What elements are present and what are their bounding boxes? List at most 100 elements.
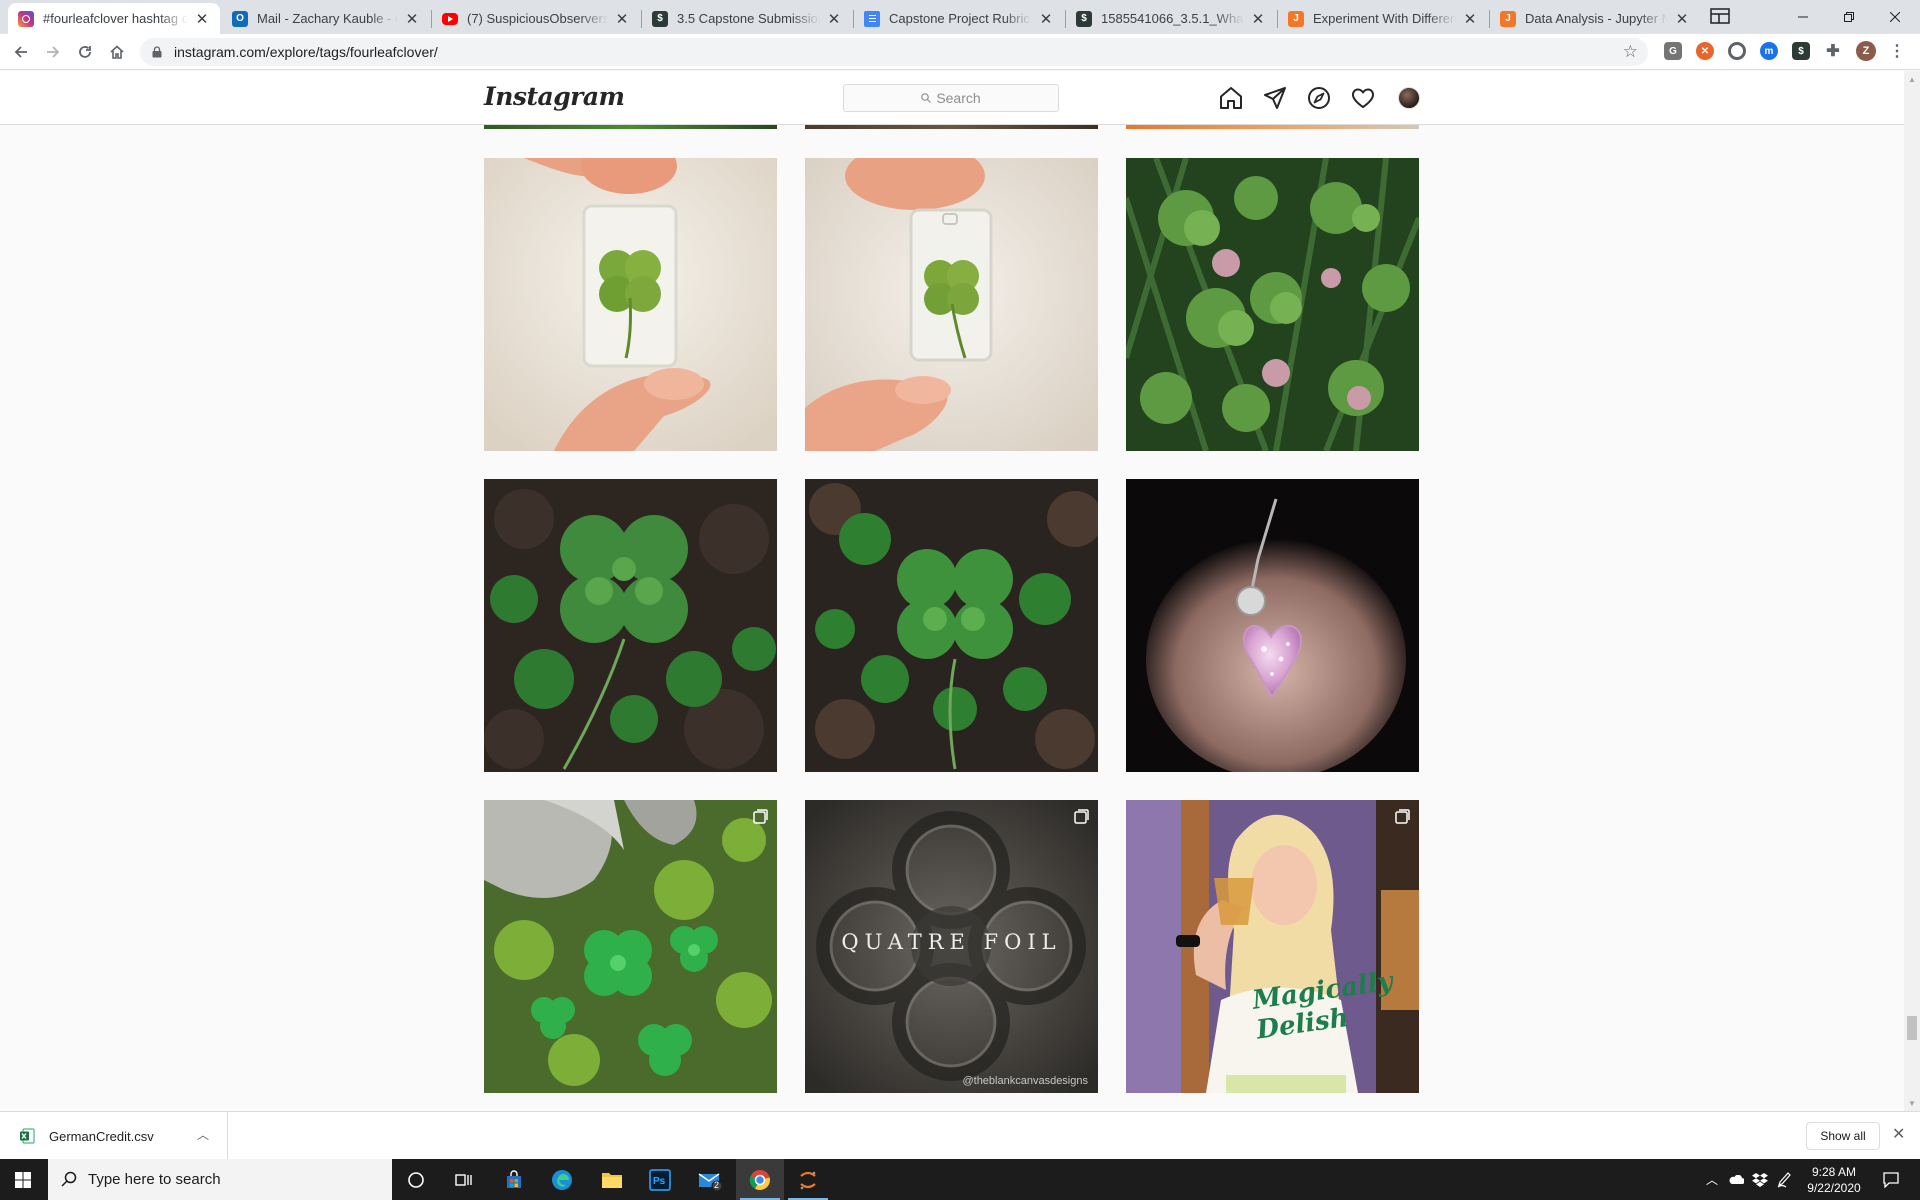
post-image-clover-patch [805,479,1098,772]
reload-button[interactable] [71,38,99,66]
close-shelf-icon[interactable]: ✕ [1892,1124,1905,1144]
new-tab-button[interactable] [1706,2,1734,30]
tab-close-icon[interactable]: ✕ [404,10,420,28]
instagram-icon [18,10,34,27]
post-tile-partial[interactable] [1126,125,1419,129]
taskbar-edge[interactable] [538,1159,586,1200]
taskbar-photoshop[interactable]: Ps [636,1159,684,1200]
forward-button[interactable] [39,38,67,66]
page-scrollbar[interactable]: ▲ ▼ [1904,71,1920,1111]
dropbox-icon[interactable] [1748,1159,1772,1200]
browser-toolbar: instagram.com/explore/tags/fourleafclove… [0,34,1920,70]
tab-outlook[interactable]: O Mail - Zachary Kauble - Outlook ✕ [222,3,430,34]
tab-title: Capstone Project Rubric: Data [889,11,1032,26]
post-image-clover-resin-pendant [805,158,1098,451]
taskbar-jupyter[interactable] [784,1159,832,1200]
chrome-profile-avatar[interactable]: Z [1856,41,1876,61]
microsoft-store-icon [507,1169,521,1188]
back-button[interactable] [7,38,35,66]
tab-springboard-capstone[interactable]: $ 3.5 Capstone Submission - Springboard … [642,3,852,34]
tab-close-icon[interactable]: ✕ [1462,10,1478,28]
address-bar[interactable]: instagram.com/explore/tags/fourleafclove… [140,38,1648,66]
extension-circle-icon[interactable] [1728,42,1746,60]
home-button[interactable] [103,38,131,66]
chevron-up-icon[interactable]: ︿ [197,1126,209,1143]
post-tile[interactable] [484,479,777,772]
extensions-puzzle-icon[interactable]: ✚ [1824,42,1842,60]
post-tile[interactable] [805,158,1098,451]
post-image-clover-moss-rocks [484,800,777,1093]
action-center-icon[interactable] [1874,1159,1908,1200]
close-window-button[interactable] [1872,0,1918,34]
extension-blue-icon[interactable]: m [1760,42,1778,60]
tab-springboard-file[interactable]: $ 1585541066_3.5.1_What_Data ✕ [1066,3,1276,34]
extension-orange-icon[interactable]: ✕ [1696,42,1714,60]
extension-springboard-icon[interactable]: $ [1792,42,1810,60]
tab-jupyter-analysis[interactable]: J Data Analysis - Jupyter Notebook ✕ [1490,3,1700,34]
post-tile[interactable] [1126,158,1419,451]
post-tile[interactable]: Magically Delish [1126,800,1419,1093]
post-tile[interactable] [484,158,777,451]
restore-button[interactable] [1826,0,1872,34]
youtube-icon [442,12,458,25]
explore-icon[interactable] [1307,86,1331,110]
taskbar-search-box[interactable]: Type here to search [48,1159,392,1200]
post-tile-partial[interactable] [805,125,1098,129]
profile-avatar[interactable] [1398,87,1420,109]
post-image-credit: @theblankcanvasdesigns [962,1075,1088,1087]
show-hidden-icons-chevron[interactable]: ︿ [1700,1159,1724,1200]
extension-grammarly-icon[interactable]: G [1664,42,1682,60]
tab-close-icon[interactable]: ✕ [1250,10,1266,28]
tab-instagram[interactable]: #fourleafclover hashtag on Instagram ✕ [8,3,220,34]
tab-title: Mail - Zachary Kauble - Outlook [257,11,398,26]
post-tile[interactable] [1126,479,1419,772]
springboard-icon: $ [1076,10,1092,27]
post-image-woman-drinking [1126,800,1419,1093]
home-icon[interactable] [1219,86,1243,110]
direct-message-icon[interactable] [1263,86,1287,110]
download-item[interactable]: GermanCredit.csv ︿ [0,1112,228,1160]
show-all-downloads-button[interactable]: Show all [1806,1122,1880,1150]
taskbar-mail[interactable]: 2 [686,1159,734,1200]
tab-close-icon[interactable]: ✕ [826,10,842,28]
tab-jupyter-experiment[interactable]: J Experiment With Different Models ✕ [1278,3,1488,34]
system-clock[interactable]: 9:28 AM 9/22/2020 [1802,1164,1866,1196]
tab-youtube[interactable]: (7) SuspiciousObservers - YouTube ✕ [432,3,640,34]
download-shelf: GermanCredit.csv ︿ Show all ✕ [0,1111,1920,1160]
task-view-button[interactable] [440,1159,488,1200]
pen-workspace-icon[interactable] [1772,1159,1796,1200]
clock-date: 9/22/2020 [1807,1181,1861,1195]
minimize-button[interactable] [1780,0,1826,34]
tab-title: 1585541066_3.5.1_What_Data [1101,11,1244,26]
tab-close-icon[interactable]: ✕ [1674,10,1690,28]
onedrive-icon[interactable] [1724,1159,1748,1200]
post-tile[interactable]: QUATRE FOIL @theblankcanvasdesigns [805,800,1098,1093]
post-tile-partial[interactable] [484,125,777,129]
taskbar-chrome[interactable] [736,1159,784,1200]
bookmark-star-icon[interactable]: ☆ [1623,42,1638,62]
tab-google-docs[interactable]: Capstone Project Rubric: Data ✕ [854,3,1064,34]
tab-close-icon[interactable]: ✕ [194,10,210,28]
jupyter-icon: J [1500,10,1516,27]
taskbar-file-explorer[interactable] [588,1159,636,1200]
instagram-search-input[interactable]: Search [843,84,1059,112]
instagram-header: Instagram Search [0,71,1904,125]
cortana-button[interactable] [392,1159,440,1200]
tab-title: 3.5 Capstone Submission - Springboard [677,11,820,26]
taskbar-store[interactable] [490,1159,538,1200]
lock-icon [152,46,162,58]
post-tile[interactable] [805,479,1098,772]
post-tile[interactable] [484,800,777,1093]
tab-title: Experiment With Different Models [1313,11,1456,26]
folder-icon [602,1172,622,1188]
tab-close-icon[interactable]: ✕ [1038,10,1054,28]
scroll-up-icon[interactable]: ▲ [1904,71,1920,87]
activity-heart-icon[interactable] [1351,86,1375,110]
scroll-down-icon[interactable]: ▼ [1904,1095,1920,1111]
start-button[interactable] [0,1159,46,1200]
scrollbar-thumb[interactable] [1907,1016,1917,1040]
tab-close-icon[interactable]: ✕ [614,10,630,28]
chrome-menu-icon[interactable]: ⋮ [1888,42,1906,60]
windows-taskbar: Type here to search Ps 2 ︿ 9:28 AM 9/22/… [0,1159,1920,1200]
instagram-logo[interactable]: Instagram [484,82,625,111]
